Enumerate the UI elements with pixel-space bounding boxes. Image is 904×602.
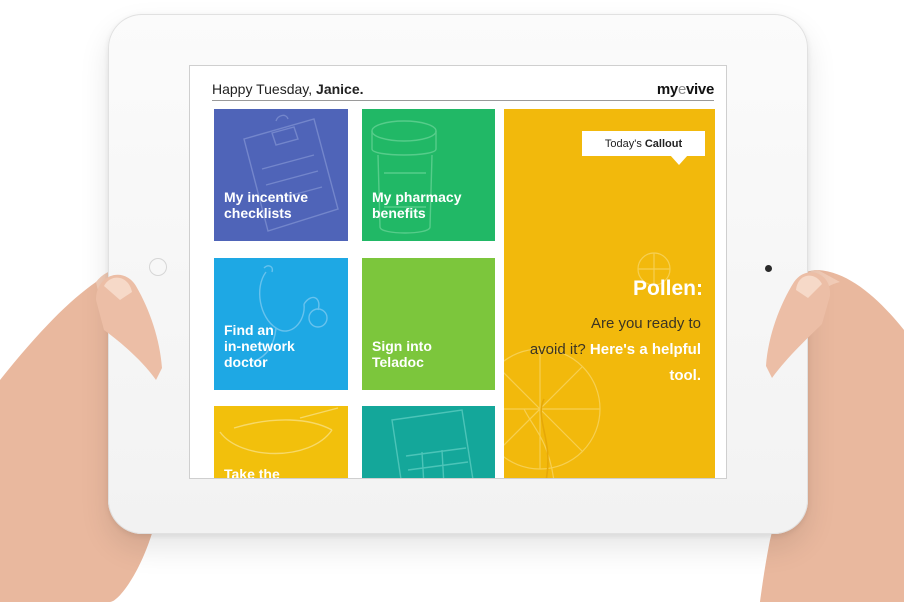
right-thumb: [766, 272, 831, 378]
